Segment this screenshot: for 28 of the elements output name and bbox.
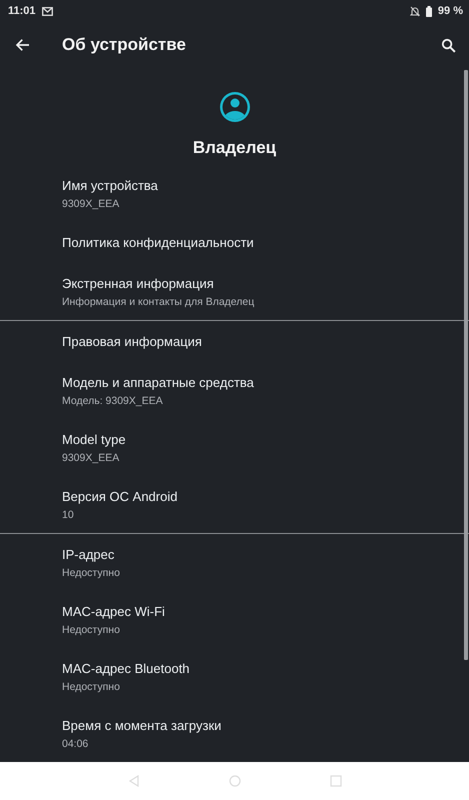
setting-value: 9309X_EEA <box>62 197 120 211</box>
clock: 11:01 <box>8 5 36 17</box>
setting-title[interactable]: Model type <box>62 431 457 449</box>
setting-title[interactable]: Время с момента загрузки <box>62 717 457 735</box>
setting-value: Недоступно <box>62 680 121 694</box>
setting-title[interactable]: Версия ОС Android <box>62 488 457 506</box>
setting-title[interactable]: IP-адрес <box>62 546 457 564</box>
muted-bell-icon <box>410 6 420 16</box>
avatar-icon <box>218 90 252 124</box>
page-title: Об устройстве <box>62 35 186 55</box>
setting-title[interactable]: Имя устройства <box>62 177 457 195</box>
owner-name: Владелец <box>192 138 276 158</box>
setting-value: 10 <box>62 508 75 522</box>
battery-percent: 99 % <box>438 5 463 17</box>
setting-value: Модель: 9309X_EEA <box>62 394 164 408</box>
battery-icon <box>426 6 432 16</box>
mail-icon <box>42 6 53 16</box>
setting-value: Информация и контакты для Владелец <box>62 295 256 309</box>
setting-value: 04:06 <box>62 737 90 751</box>
setting-title[interactable]: MAC-адрес Wi-Fi <box>62 603 457 621</box>
setting-title[interactable]: MAC-адрес Bluetooth <box>62 660 457 678</box>
setting-title[interactable]: Правовая информация <box>62 333 457 351</box>
setting-title[interactable]: Модель и аппаратные средства <box>62 374 457 392</box>
setting-title[interactable]: Экстренная информация <box>62 275 457 293</box>
setting-title[interactable]: Политика конфиденциальности <box>62 234 457 252</box>
setting-value: 9309X_EEA <box>62 451 120 465</box>
setting-value: Недоступно <box>62 566 121 580</box>
setting-value: Недоступно <box>62 623 121 637</box>
